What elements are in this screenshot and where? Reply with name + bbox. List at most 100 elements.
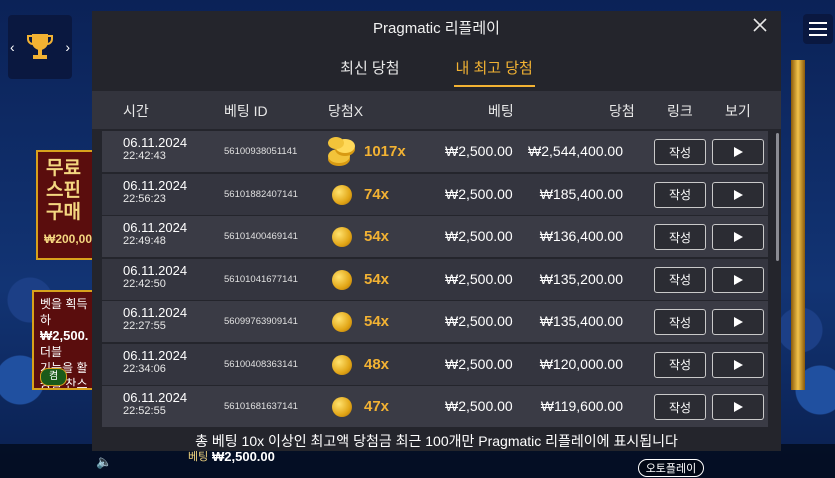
tab-latest-wins[interactable]: 최신 당첨 xyxy=(338,47,401,87)
win-amount: ₩120,000.00 xyxy=(539,355,623,372)
tab-bar: 최신 당첨 내 최고 당첨 xyxy=(92,47,781,87)
win-amount: ₩2,544,400.00 xyxy=(528,143,623,159)
column-header-view: 보기 xyxy=(725,103,751,119)
table-row: 06.11.2024 22:42:43 56100938051141 1017x… xyxy=(102,131,768,172)
bet-id: 56100938051141 xyxy=(224,146,298,157)
double-chance-panel: 벳을 획득하 ₩2,500. 더블 기능을 활 등할 찬스 켬 xyxy=(32,290,96,390)
buy-free-spins-panel[interactable]: 무료 스핀 구매 ₩200,00 xyxy=(36,150,96,260)
menu-button[interactable] xyxy=(803,14,833,44)
win-amount: ₩185,400.00 xyxy=(539,185,623,202)
win-amount: ₩135,400.00 xyxy=(539,313,623,329)
bet-amount: ₩2,500.00 xyxy=(445,185,513,202)
autoplay-button[interactable]: 오토플레이 xyxy=(638,459,704,477)
coin-icon xyxy=(332,312,352,332)
coin-icon xyxy=(332,397,352,417)
create-link-button[interactable]: 작성 xyxy=(654,224,706,250)
win-time: 22:56:23 xyxy=(123,192,166,205)
win-multiplier: 1017x xyxy=(364,143,406,160)
coin-icon xyxy=(332,269,352,290)
replay-modal: Pragmatic 리플레이 최신 당첨 내 최고 당첨 시간 베팅 ID 당첨… xyxy=(92,11,781,451)
double-chance-line: ₩2,500. xyxy=(40,328,89,343)
create-link-button[interactable]: 작성 xyxy=(654,181,706,208)
column-header-win: 당첨 xyxy=(609,103,635,119)
bet-id: 56099763909141 xyxy=(224,316,298,327)
play-icon xyxy=(734,147,743,157)
play-replay-button[interactable] xyxy=(712,351,764,378)
create-link-button[interactable]: 작성 xyxy=(654,139,706,165)
create-link-button[interactable]: 작성 xyxy=(654,309,706,335)
close-icon xyxy=(753,18,767,32)
play-icon xyxy=(734,274,743,285)
win-amount: ₩119,600.00 xyxy=(540,398,623,414)
play-replay-button[interactable] xyxy=(712,224,764,250)
bet-id: 56101882407141 xyxy=(224,188,298,200)
play-replay-button[interactable] xyxy=(712,394,764,420)
win-multiplier: 54x xyxy=(364,228,390,245)
win-date: 06.11.2024 xyxy=(123,262,188,278)
create-link-button[interactable]: 작성 xyxy=(654,266,706,293)
play-replay-button[interactable] xyxy=(712,181,764,208)
win-date: 06.11.2024 xyxy=(123,347,188,363)
win-multiplier: 47x xyxy=(364,398,390,415)
play-icon xyxy=(734,402,743,412)
column-header-link: 링크 xyxy=(667,103,693,119)
trophy-button[interactable]: ‹ › xyxy=(8,15,72,79)
footer-note: 총 베팅 10x 이상인 최고액 당첨금 최근 100개만 Pragmatic … xyxy=(195,433,678,449)
bet-value: ₩2,500.00 xyxy=(212,449,275,464)
create-link-button[interactable]: 작성 xyxy=(654,351,706,378)
scrollbar[interactable] xyxy=(776,133,779,261)
table-header: 시간 베팅 ID 당첨X 베팅 당첨 링크 보기 xyxy=(92,91,781,129)
double-chance-line: 더블 xyxy=(40,345,63,359)
play-replay-button[interactable] xyxy=(712,266,764,293)
bet-amount: ₩2,500.00 xyxy=(445,143,513,159)
win-date: 06.11.2024 xyxy=(123,135,188,150)
chevron-right-icon[interactable]: › xyxy=(65,39,70,55)
play-replay-button[interactable] xyxy=(712,139,764,165)
coin-icon xyxy=(332,227,352,247)
play-replay-button[interactable] xyxy=(712,309,764,335)
menu-icon xyxy=(809,22,827,24)
double-chance-line: 벳을 획득하 xyxy=(40,297,88,327)
win-date: 06.11.2024 xyxy=(123,177,188,193)
play-icon xyxy=(734,189,743,200)
bet-amount: ₩2,500.00 xyxy=(445,398,513,414)
win-time: 22:42:43 xyxy=(123,150,166,162)
bet-amount: ₩2,500.00 xyxy=(445,355,513,372)
buy-free-spins-label: 무료 스핀 구매 xyxy=(46,158,81,223)
column-header-time: 시간 xyxy=(123,103,149,119)
column-header-multiplier: 당첨X xyxy=(328,103,364,119)
bet-id: 56101041677141 xyxy=(224,273,298,285)
win-date: 06.11.2024 xyxy=(123,220,188,235)
win-multiplier: 54x xyxy=(364,313,390,330)
table-row: 06.11.2024 22:52:55 56101681637141 47x ₩… xyxy=(102,386,768,427)
chevron-left-icon[interactable]: ‹ xyxy=(10,39,15,55)
bet-amount: ₩2,500.00 xyxy=(445,270,513,287)
close-button[interactable] xyxy=(749,14,771,36)
coin-stack-icon xyxy=(327,135,357,167)
win-multiplier: 48x xyxy=(364,355,390,373)
play-icon xyxy=(734,232,743,242)
play-icon xyxy=(734,359,743,370)
table-row: 06.11.2024 22:42:50 56101041677141 54x ₩… xyxy=(102,258,768,300)
win-amount: ₩135,200.00 xyxy=(539,270,623,287)
win-time: 22:34:06 xyxy=(123,362,166,375)
decorative-pillar xyxy=(791,60,805,390)
win-time: 22:52:55 xyxy=(123,405,166,417)
bet-amount: ₩2,500.00 xyxy=(445,313,513,329)
win-multiplier: 74x xyxy=(364,185,390,203)
wins-table: 06.11.2024 22:42:43 56100938051141 1017x… xyxy=(102,131,768,429)
modal-title: Pragmatic 리플레이 xyxy=(373,20,500,37)
bet-amount: ₩2,500.00 xyxy=(445,228,513,244)
table-row: 06.11.2024 22:56:23 56101882407141 74x ₩… xyxy=(102,173,768,215)
bet-id: 56100408363141 xyxy=(224,358,298,370)
win-time: 22:49:48 xyxy=(123,235,166,247)
buy-free-spins-price: ₩200,00 xyxy=(44,232,93,246)
tab-my-best-wins[interactable]: 내 최고 당첨 xyxy=(453,47,535,87)
double-chance-toggle[interactable]: 켬 xyxy=(40,368,68,386)
win-multiplier: 54x xyxy=(364,270,390,288)
win-date: 06.11.2024 xyxy=(123,390,188,405)
column-header-bet: 베팅 xyxy=(488,103,514,119)
speaker-icon[interactable]: 🔈 xyxy=(96,454,112,470)
create-link-button[interactable]: 작성 xyxy=(654,394,706,420)
win-amount: ₩136,400.00 xyxy=(539,228,623,244)
